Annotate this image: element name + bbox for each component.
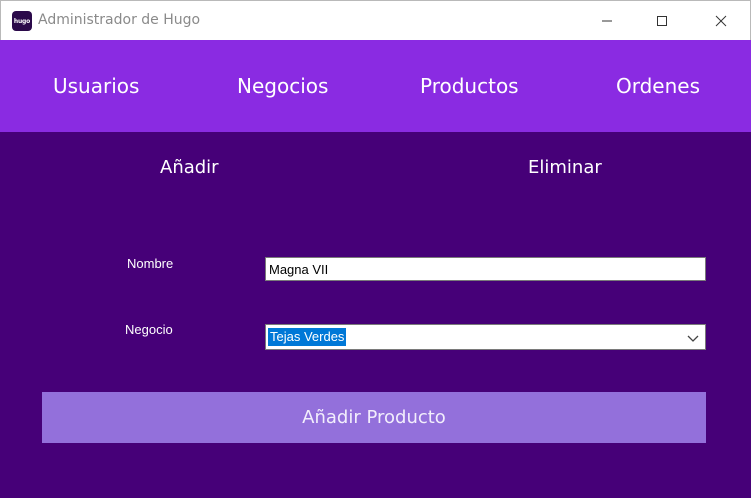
nav-item-usuarios[interactable]: Usuarios (53, 74, 139, 98)
negocio-label: Negocio (125, 322, 173, 337)
close-button[interactable] (698, 1, 744, 41)
nav-item-ordenes[interactable]: Ordenes (616, 74, 700, 98)
minimize-icon (602, 20, 612, 22)
maximize-icon (657, 16, 667, 26)
nav-item-productos[interactable]: Productos (420, 74, 519, 98)
tab-anadir[interactable]: Añadir (160, 157, 219, 178)
minimize-button[interactable] (584, 1, 630, 41)
negocio-selected-value: Tejas Verdes (266, 327, 348, 347)
window-title: Administrador de Hugo (38, 12, 201, 28)
maximize-button[interactable] (639, 1, 685, 41)
app-icon: hugo (12, 11, 32, 31)
tab-eliminar[interactable]: Eliminar (528, 157, 602, 178)
title-bar: hugo Administrador de Hugo (0, 0, 751, 40)
nav-item-negocios[interactable]: Negocios (237, 74, 328, 98)
main-navigation: Usuarios Negocios Productos Ordenes (0, 40, 751, 132)
nombre-input[interactable]: Magna VII (265, 257, 706, 281)
negocio-select[interactable]: Tejas Verdes (265, 324, 706, 350)
close-icon (715, 15, 727, 27)
chevron-down-icon (687, 335, 699, 342)
add-product-button[interactable]: Añadir Producto (42, 392, 706, 443)
nombre-label: Nombre (127, 256, 174, 271)
